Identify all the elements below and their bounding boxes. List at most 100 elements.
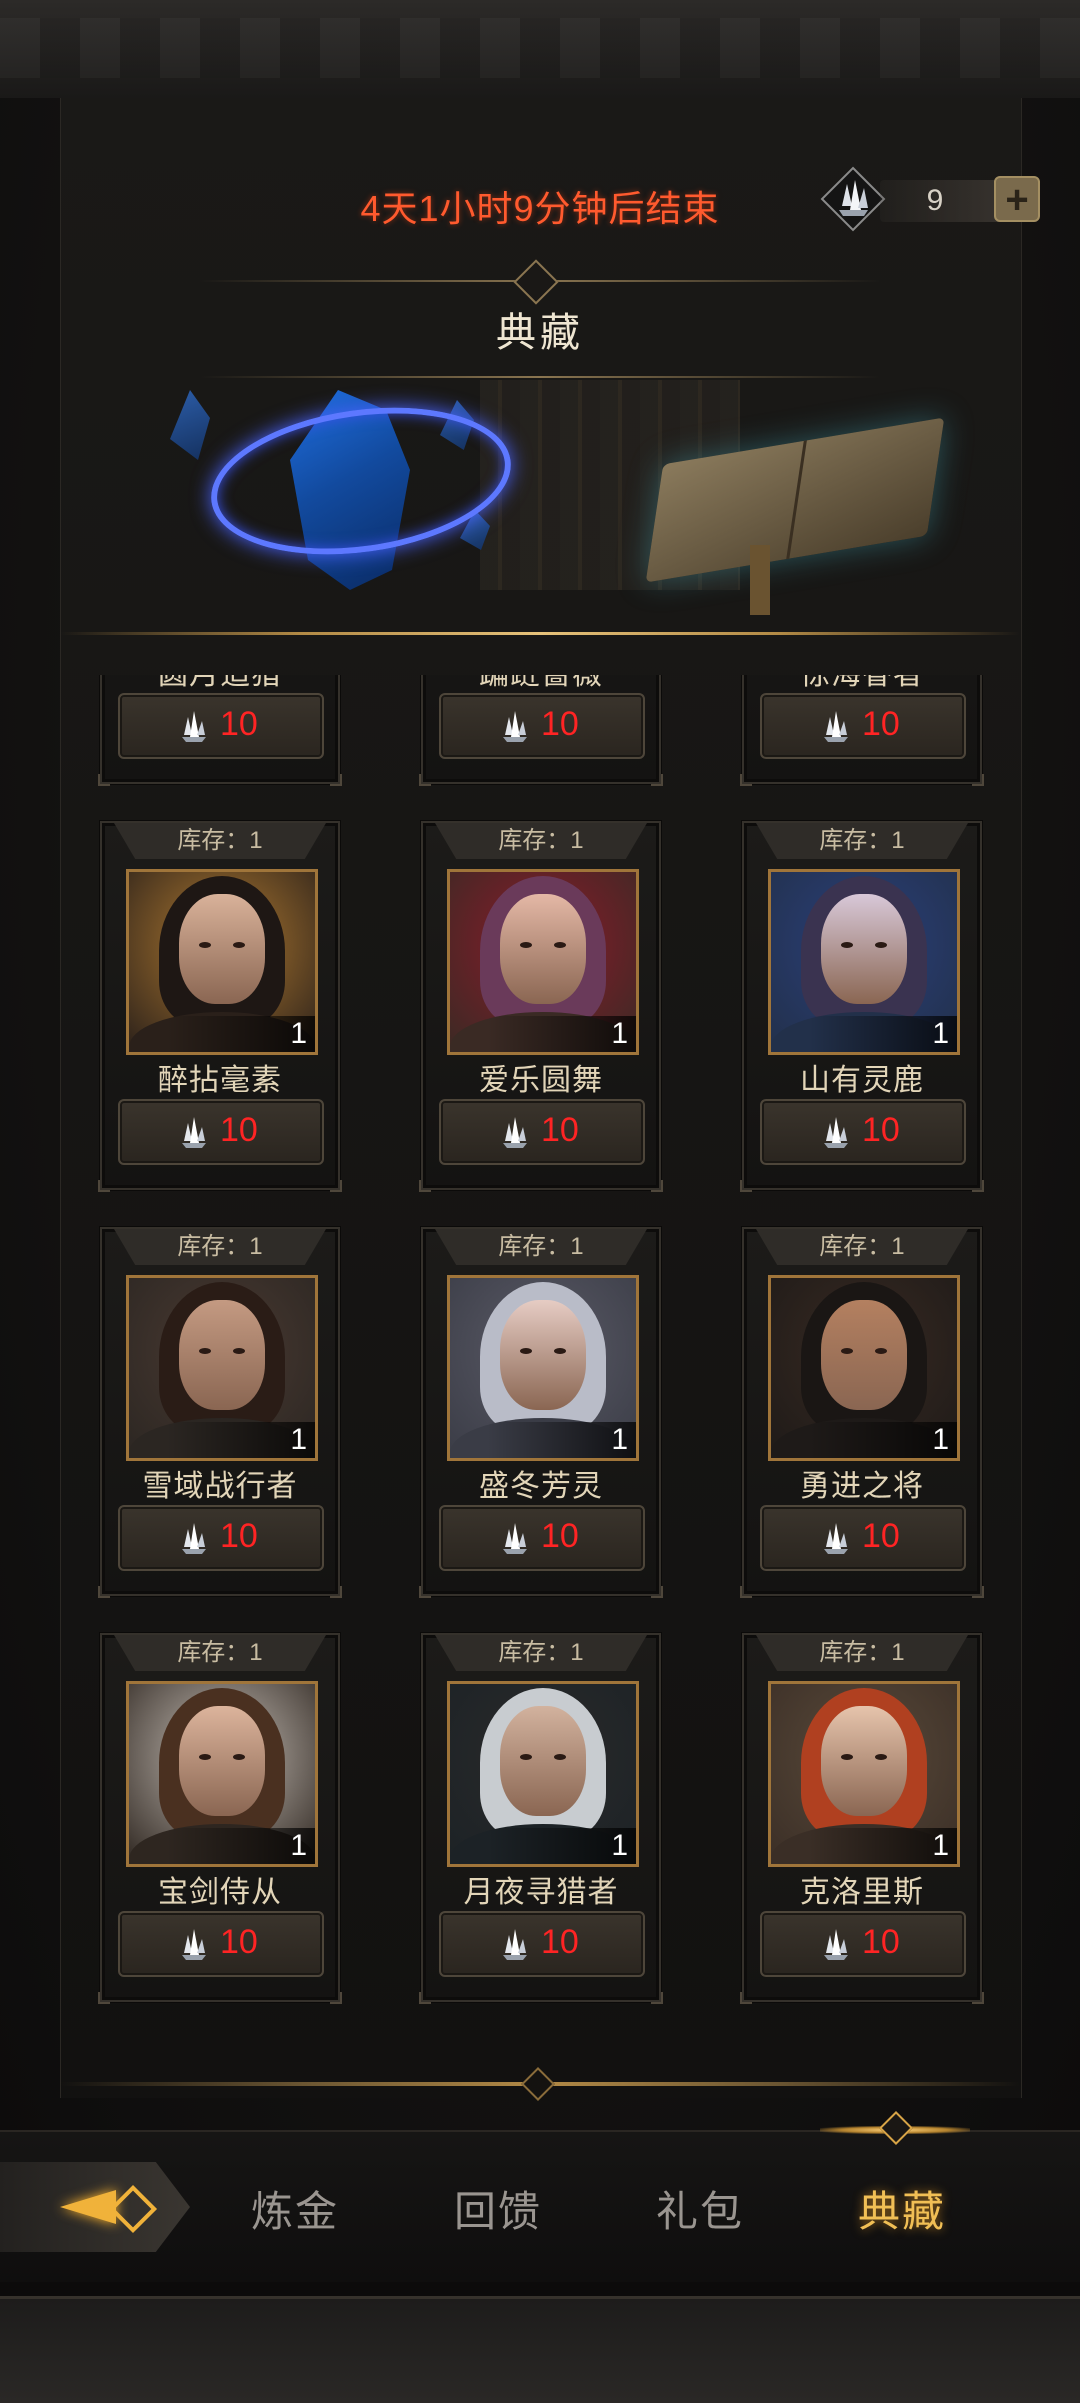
hero-portrait[interactable]: 1 <box>768 1275 960 1461</box>
shop-item-card[interactable]: 库存：1 1 爱乐圆舞 10 <box>419 821 663 1192</box>
tab-gift-pack[interactable]: 礼包 <box>610 2178 790 2239</box>
shop-item-card[interactable]: 库存：1 1 雪域战行者 10 <box>98 1227 342 1598</box>
hero-name: 醉拈毫素 <box>158 1064 282 1097</box>
portrait-eye <box>199 1754 211 1760</box>
hero-portrait[interactable]: 1 <box>126 1681 318 1867</box>
item-quantity: 1 <box>450 1828 636 1864</box>
portrait-face <box>821 894 907 1004</box>
hero-name: 勇进之将 <box>800 1470 924 1503</box>
top-frame <box>0 0 1080 101</box>
portrait-face <box>500 1706 586 1816</box>
tab-rewards[interactable]: 回馈 <box>408 2178 588 2239</box>
price-value: 10 <box>541 705 579 743</box>
hero-name: 宝剑侍从 <box>158 1876 282 1909</box>
buy-button[interactable]: 10 <box>118 1505 324 1571</box>
item-quantity: 1 <box>129 1422 315 1458</box>
hero-name: 雪域战行者 <box>142 1470 298 1503</box>
shop-item-card[interactable]: 库存：1 1 勇进之将 10 <box>740 1227 984 1598</box>
tab-collection[interactable]: 典藏 <box>812 2178 992 2239</box>
stock-label: 库存：1 <box>756 1635 968 1671</box>
hero-portrait[interactable]: 1 <box>447 869 639 1055</box>
buy-button[interactable]: 10 <box>118 1099 324 1165</box>
portrait-eye <box>199 1348 211 1354</box>
buy-button[interactable]: 10 <box>439 1505 645 1571</box>
buy-button[interactable]: 10 <box>760 1099 966 1165</box>
price-value: 10 <box>862 1923 900 1961</box>
shop-item-card[interactable]: 库存：1 1 克洛里斯 10 <box>740 1633 984 2004</box>
shop-item-card[interactable]: 库存：1 1 月夜寻猎者 10 <box>419 1633 663 2004</box>
crystal-icon <box>178 709 208 743</box>
hero-portrait[interactable]: 1 <box>126 869 318 1055</box>
stock-label: 库存：1 <box>756 1229 968 1265</box>
hero-portrait[interactable]: 1 <box>768 869 960 1055</box>
hero-portrait[interactable]: 1 <box>447 1681 639 1867</box>
crystal-icon <box>820 1115 850 1149</box>
bottom-divider <box>60 2067 1020 2101</box>
item-quantity: 1 <box>771 1016 957 1052</box>
buy-button[interactable]: 10 <box>760 1911 966 1977</box>
active-tab-indicator <box>820 2126 970 2134</box>
back-arrow-icon <box>60 2190 116 2224</box>
portrait-eye <box>520 1348 532 1354</box>
portrait-eye <box>841 942 853 948</box>
crystal-icon <box>820 166 886 232</box>
hero-name: 盛冬芳灵 <box>479 1470 603 1503</box>
buy-button[interactable]: 10 <box>439 693 645 759</box>
shop-item-card[interactable]: 库存：1 1 宝剑侍从 10 <box>98 1633 342 2004</box>
bottom-frame <box>0 2296 1080 2403</box>
buy-button[interactable]: 10 <box>118 693 324 759</box>
portrait-eye <box>199 942 211 948</box>
portrait-eye <box>875 1348 887 1354</box>
price-value: 10 <box>541 1923 579 1961</box>
stock-label: 库存：1 <box>435 1229 647 1265</box>
shop-item-card[interactable]: 库存：11圆月追猎10 <box>98 675 342 786</box>
buy-button[interactable]: 10 <box>760 693 966 759</box>
buy-button[interactable]: 10 <box>760 1505 966 1571</box>
price-value: 10 <box>862 705 900 743</box>
crystal-icon <box>499 1115 529 1149</box>
stock-label: 库存：1 <box>756 823 968 859</box>
stock-label: 库存：1 <box>114 1635 326 1671</box>
portrait-face <box>821 1300 907 1410</box>
buy-button[interactable]: 10 <box>439 1911 645 1977</box>
price-value: 10 <box>220 1517 258 1555</box>
shop-item-card[interactable]: 库存：1 1 盛冬芳灵 10 <box>419 1227 663 1598</box>
shop-item-card[interactable]: 库存：1 1 醉拈毫素 10 <box>98 821 342 1192</box>
portrait-face <box>179 894 265 1004</box>
banner-divider <box>60 632 1020 635</box>
item-quantity: 1 <box>771 1828 957 1864</box>
hero-name: 蹁跹蔷薇 <box>423 675 659 693</box>
hero-name: 爱乐圆舞 <box>479 1064 603 1097</box>
crystal-icon <box>820 709 850 743</box>
title-line-bottom <box>200 376 880 378</box>
portrait-eye <box>520 942 532 948</box>
collection-banner-art <box>100 380 1000 630</box>
tab-alchemy[interactable]: 炼金 <box>205 2178 385 2239</box>
hero-portrait[interactable]: 1 <box>126 1275 318 1461</box>
hero-portrait[interactable]: 1 <box>768 1681 960 1867</box>
item-quantity: 1 <box>450 1016 636 1052</box>
shop-item-card[interactable]: 库存：11蹁跹蔷薇10 <box>419 675 663 786</box>
diamond-icon <box>108 2184 158 2234</box>
crystal-shard-art <box>170 390 210 460</box>
buy-button[interactable]: 10 <box>439 1099 645 1165</box>
hero-name: 惊海眷者 <box>744 675 980 693</box>
back-button[interactable] <box>0 2162 190 2252</box>
hero-portrait[interactable]: 1 <box>447 1275 639 1461</box>
hero-name: 山有灵鹿 <box>800 1064 924 1097</box>
book-stand-art <box>750 545 770 615</box>
crystal-icon <box>820 1521 850 1555</box>
add-currency-button[interactable]: + <box>994 176 1040 222</box>
shop-item-card[interactable]: 库存：11惊海眷者10 <box>740 675 984 786</box>
portrait-eye <box>233 942 245 948</box>
price-value: 10 <box>220 705 258 743</box>
portrait-face <box>500 1300 586 1410</box>
portrait-face <box>179 1300 265 1410</box>
item-grid-scroll[interactable]: 库存：1 1 圆月追猎 10 库存：1 1 蹁跹蔷薇 10 库存：1 1 惊海眷者 10 库存：1 1 醉拈… <box>60 675 1020 2060</box>
portrait-eye <box>554 942 566 948</box>
stock-label: 库存：1 <box>114 1229 326 1265</box>
buy-button[interactable]: 10 <box>118 1911 324 1977</box>
shop-item-card[interactable]: 库存：1 1 山有灵鹿 10 <box>740 821 984 1192</box>
crystal-icon <box>178 1927 208 1961</box>
portrait-eye <box>875 942 887 948</box>
